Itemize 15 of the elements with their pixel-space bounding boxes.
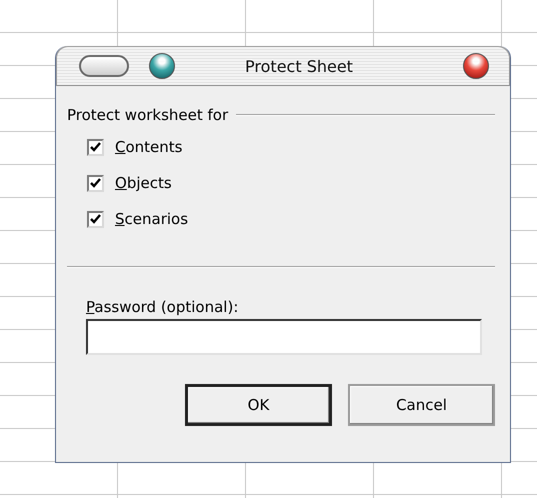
checkbox[interactable] [87, 138, 104, 156]
option-label: Scenarios [115, 210, 188, 228]
ok-button[interactable]: OK [185, 384, 332, 426]
checkbox[interactable] [87, 210, 104, 228]
window-title: Protect Sheet [244, 56, 354, 76]
password-field[interactable] [86, 319, 482, 355]
toolbar-toggle-button[interactable] [79, 55, 129, 77]
checkbox[interactable] [87, 174, 104, 192]
cancel-button[interactable]: Cancel [348, 384, 495, 426]
minimize-button[interactable] [149, 53, 175, 79]
password-label: Password (optional): [86, 298, 238, 316]
option-label: Objects [115, 174, 172, 192]
group-label: Protect worksheet for [67, 106, 228, 124]
close-button[interactable] [463, 53, 489, 79]
option-label: Contents [115, 138, 182, 156]
